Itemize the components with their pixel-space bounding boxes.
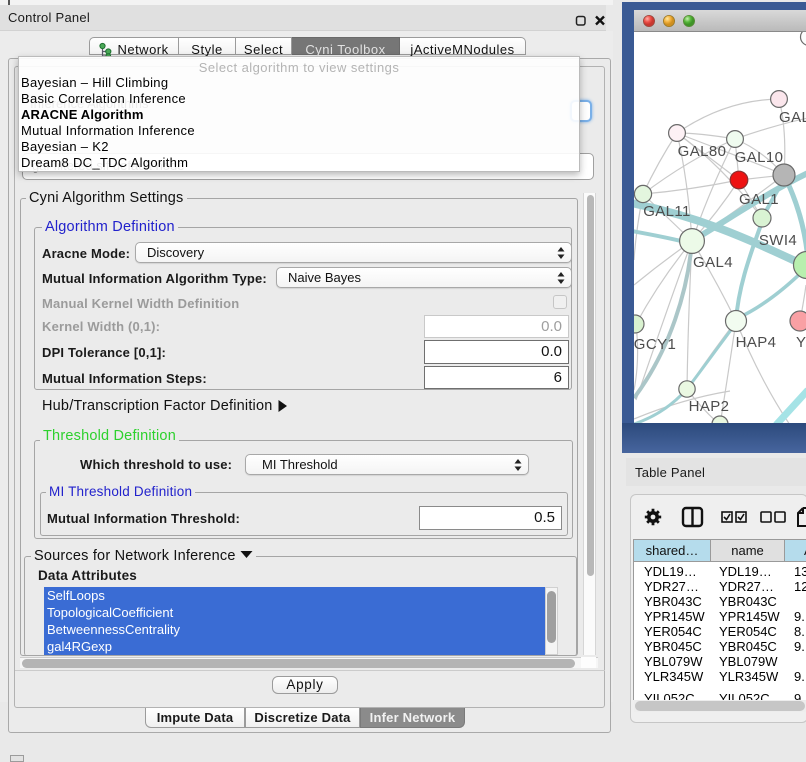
svg-text:GAL4: GAL4 bbox=[693, 254, 733, 271]
svg-text:GAL11: GAL11 bbox=[643, 203, 691, 220]
svg-text:HAP2: HAP2 bbox=[689, 398, 730, 415]
svg-text:SWI4: SWI4 bbox=[759, 232, 797, 249]
svg-text:GAL1: GAL1 bbox=[739, 191, 779, 208]
svg-text:HAP4: HAP4 bbox=[736, 334, 777, 351]
svg-text:GCY1: GCY1 bbox=[634, 336, 676, 353]
svg-text:GAL10: GAL10 bbox=[735, 149, 784, 166]
svg-text:YJ: YJ bbox=[796, 334, 806, 351]
svg-text:GAL80: GAL80 bbox=[678, 143, 727, 160]
svg-text:GAL2: GAL2 bbox=[779, 109, 806, 126]
